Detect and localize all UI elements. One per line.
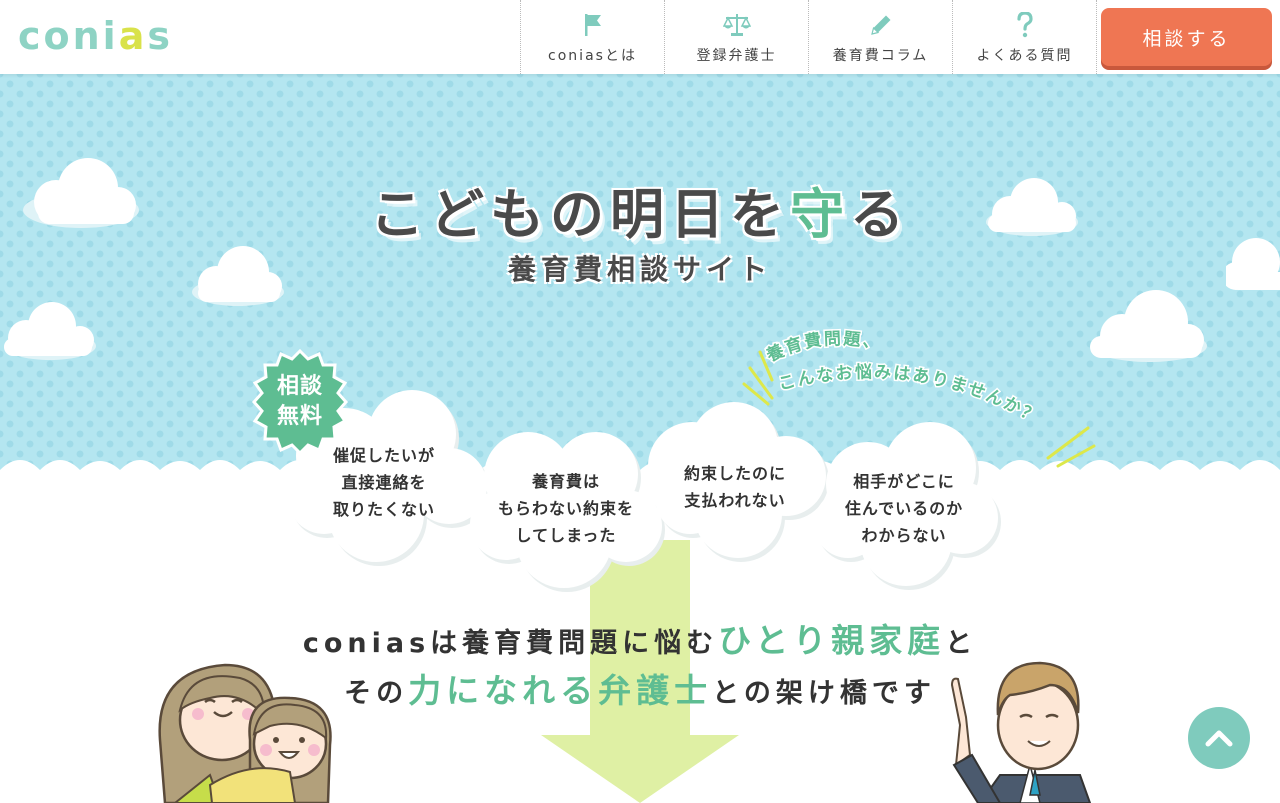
bubble-text-line: わからない	[861, 526, 947, 545]
badge-line1: 相談	[276, 374, 323, 399]
bubble-text-line: 約束したのに	[683, 464, 786, 483]
question-icon	[953, 12, 1096, 38]
badge-line2: 無料	[276, 404, 323, 429]
flag-icon	[521, 12, 664, 38]
cloud-decoration	[4, 302, 96, 360]
bubble-text-line: 支払われない	[684, 491, 786, 510]
nav-label-lawyers: 登録弁護士	[696, 48, 777, 64]
free-consultation-badge: 相談 無料	[246, 348, 354, 456]
conias-logo[interactable]: conias	[18, 14, 173, 58]
pencil-icon	[809, 12, 952, 38]
site-header: conias coniasとは 登録弁護士 養育費コラム よくある質問 相談する	[0, 0, 1280, 74]
nav-item-faq[interactable]: よくある質問	[952, 0, 1097, 74]
consult-button[interactable]: 相談する	[1101, 8, 1272, 66]
intro-line-2: その力になれる弁護士との架け橋です	[344, 671, 936, 710]
chevron-up-icon	[1205, 730, 1233, 747]
nav-label-about: coniasとは	[548, 48, 637, 64]
nav-item-about[interactable]: coniasとは	[520, 0, 664, 74]
cloud-decoration	[1090, 290, 1207, 362]
bubble-text-line: 相手がどこに	[853, 472, 955, 491]
scale-icon	[665, 12, 808, 38]
worry-bubble: 養育費はもらわない約束を してしまった	[466, 420, 666, 592]
bubble-text-line: 住んでいるのか	[844, 499, 964, 518]
nav-item-column[interactable]: 養育費コラム	[808, 0, 952, 74]
bubble-text-line: もらわない約束を	[497, 499, 634, 518]
nav-item-lawyers[interactable]: 登録弁護士	[664, 0, 808, 74]
bubble-text-line: 養育費は	[531, 472, 600, 491]
worry-bubble: 相手がどこに 住んでいるのか わからない	[806, 412, 1002, 594]
main-nav: coniasとは 登録弁護士 養育費コラム よくある質問	[520, 0, 1097, 74]
bubble-text-line: 取りたくない	[332, 500, 435, 519]
bubble-text-line: してしまった	[515, 526, 617, 545]
nav-label-faq: よくある質問	[976, 48, 1073, 64]
hero-subtitle: 養育費相談サイト	[507, 253, 772, 286]
hero-title: こどもの明日を守る	[370, 183, 910, 246]
nav-label-column: 養育費コラム	[832, 48, 929, 64]
bubble-text-line: 直接連絡を	[341, 473, 427, 492]
scroll-to-top-button[interactable]	[1188, 707, 1250, 769]
intro-line-1: coniasは養育費問題に悩むひとり親家庭と	[302, 621, 978, 660]
worry-bubble: 約束したのに 支払われない	[638, 396, 832, 568]
